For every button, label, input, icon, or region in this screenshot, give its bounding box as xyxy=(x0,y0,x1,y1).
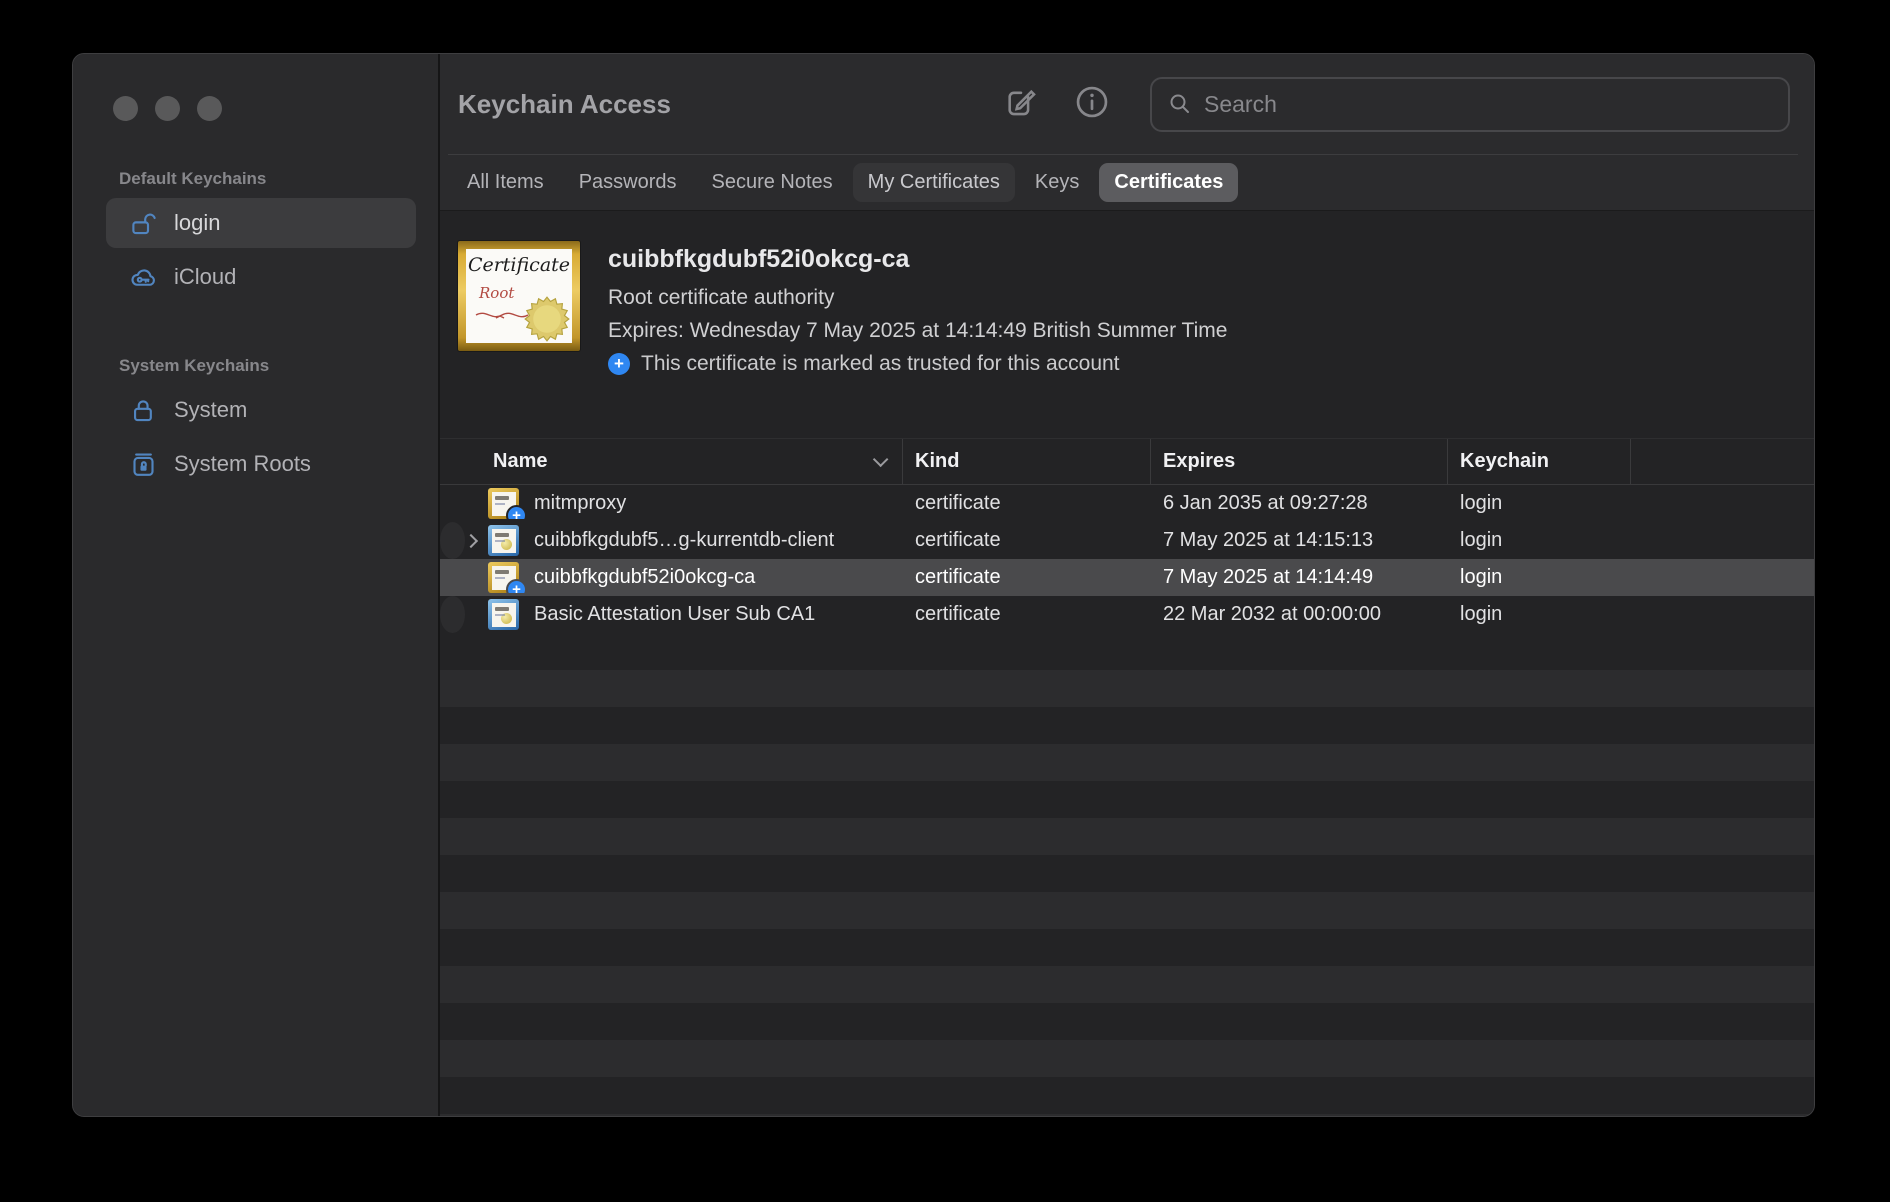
certificate-kind: Root certificate authority xyxy=(608,281,1227,314)
row-keychain: login xyxy=(1448,529,1631,552)
gold-seal-icon xyxy=(524,296,570,342)
column-header-kind[interactable]: Kind xyxy=(903,439,1151,484)
certificate-seal-icon: + xyxy=(488,525,519,556)
keychain-access-window: Default Keychains login iCloud System Ke… xyxy=(72,53,1815,1117)
minimize-window-button[interactable] xyxy=(155,96,180,121)
main-panel: Keychain Access xyxy=(438,54,1814,1116)
root-certificate-icon: Certificate Root xyxy=(458,241,580,351)
disclosure-chevron-icon[interactable] xyxy=(464,536,488,546)
tab-keys[interactable]: Keys xyxy=(1020,163,1094,202)
certificate-add-badge-icon: + xyxy=(488,562,519,593)
locked-padlock-icon xyxy=(128,395,158,425)
row-expires: 7 May 2025 at 14:15:13 xyxy=(1151,529,1448,552)
certificate-icon-word: Certificate xyxy=(466,254,572,276)
row-expires: 7 May 2025 at 14:14:49 xyxy=(1151,566,1448,589)
table-row[interactable]: + Basic Attestation User Sub CA1 certifi… xyxy=(440,596,465,633)
window-title: Keychain Access xyxy=(458,89,671,120)
certificate-detail-header: Certificate Root cuibbfkgdubf52i0okcg-ca… xyxy=(440,211,1814,438)
trusted-plus-badge-icon: + xyxy=(608,353,630,375)
category-tab-bar: All Items Passwords Secure Notes My Cert… xyxy=(440,154,1814,210)
unlocked-padlock-icon xyxy=(128,208,158,238)
column-header-keychain[interactable]: Keychain xyxy=(1448,439,1631,484)
row-keychain: login xyxy=(1448,603,1631,626)
column-header-expires[interactable]: Expires xyxy=(1151,439,1448,484)
table-row-selected[interactable]: + cuibbfkgdubf52i0okcg-ca certificate 7 … xyxy=(440,559,1814,596)
row-keychain: login xyxy=(1448,492,1631,515)
cloud-key-icon xyxy=(128,262,158,292)
sidebar-item-label: System xyxy=(174,397,247,423)
close-window-button[interactable] xyxy=(113,96,138,121)
row-kind: certificate xyxy=(903,603,1151,626)
row-kind: certificate xyxy=(903,566,1151,589)
title-bar: Keychain Access xyxy=(440,54,1814,154)
new-item-compose-icon[interactable] xyxy=(1004,85,1038,124)
table-row[interactable]: + cuibbfkgdubf5…g-kurrentdb-client certi… xyxy=(440,522,465,559)
sidebar-item-system-roots[interactable]: System Roots xyxy=(106,439,416,489)
info-icon[interactable] xyxy=(1074,84,1110,125)
flourish-ornament-icon xyxy=(474,309,530,321)
tab-all-items[interactable]: All Items xyxy=(452,163,559,202)
column-header-empty xyxy=(1631,439,1814,484)
certificate-expiry: Expires: Wednesday 7 May 2025 at 14:14:4… xyxy=(608,314,1227,347)
tab-my-certificates[interactable]: My Certificates xyxy=(853,163,1015,202)
sidebar-section-default-keychains: Default Keychains xyxy=(119,169,416,189)
window-header: Keychain Access xyxy=(440,54,1814,211)
window-controls xyxy=(113,96,416,121)
certificate-icon-subword: Root xyxy=(479,284,514,302)
sidebar-item-label: iCloud xyxy=(174,264,236,290)
row-keychain: login xyxy=(1448,566,1631,589)
roots-vault-icon xyxy=(128,449,158,479)
row-name: Basic Attestation User Sub CA1 xyxy=(534,603,815,626)
certificate-name: cuibbfkgdubf52i0okcg-ca xyxy=(608,245,1227,274)
column-header-name[interactable]: Name xyxy=(440,439,903,484)
tab-certificates[interactable]: Certificates xyxy=(1099,163,1238,202)
row-name: cuibbfkgdubf52i0okcg-ca xyxy=(534,566,755,589)
sidebar-item-label: login xyxy=(174,210,220,236)
zoom-window-button[interactable] xyxy=(197,96,222,121)
row-kind: certificate xyxy=(903,529,1151,552)
certificate-trust-status: This certificate is marked as trusted fo… xyxy=(641,347,1120,380)
empty-rows-stripes xyxy=(440,633,1814,1116)
sidebar-item-icloud[interactable]: iCloud xyxy=(106,252,416,302)
sidebar-item-label: System Roots xyxy=(174,451,311,477)
row-name: mitmproxy xyxy=(534,492,626,515)
tab-secure-notes[interactable]: Secure Notes xyxy=(697,163,848,202)
sort-chevron-down-icon xyxy=(873,452,889,468)
search-field[interactable] xyxy=(1150,77,1790,132)
certificate-seal-icon: + xyxy=(488,599,519,630)
row-kind: certificate xyxy=(903,492,1151,515)
search-input[interactable] xyxy=(1204,91,1772,118)
table-row[interactable]: + mitmproxy certificate 6 Jan 2035 at 09… xyxy=(440,485,1814,522)
sidebar-item-system[interactable]: System xyxy=(106,385,416,435)
sidebar-item-login[interactable]: login xyxy=(106,198,416,248)
search-icon xyxy=(1168,92,1192,116)
certificate-add-badge-icon: + xyxy=(488,488,519,519)
sidebar-section-system-keychains: System Keychains xyxy=(119,356,416,376)
row-name: cuibbfkgdubf5…g-kurrentdb-client xyxy=(534,529,834,552)
row-expires: 22 Mar 2032 at 00:00:00 xyxy=(1151,603,1448,626)
table-header: Name Kind Expires Keychain xyxy=(440,438,1814,485)
sidebar: Default Keychains login iCloud System Ke… xyxy=(73,54,438,1116)
row-expires: 6 Jan 2035 at 09:27:28 xyxy=(1151,492,1448,515)
tab-passwords[interactable]: Passwords xyxy=(564,163,692,202)
